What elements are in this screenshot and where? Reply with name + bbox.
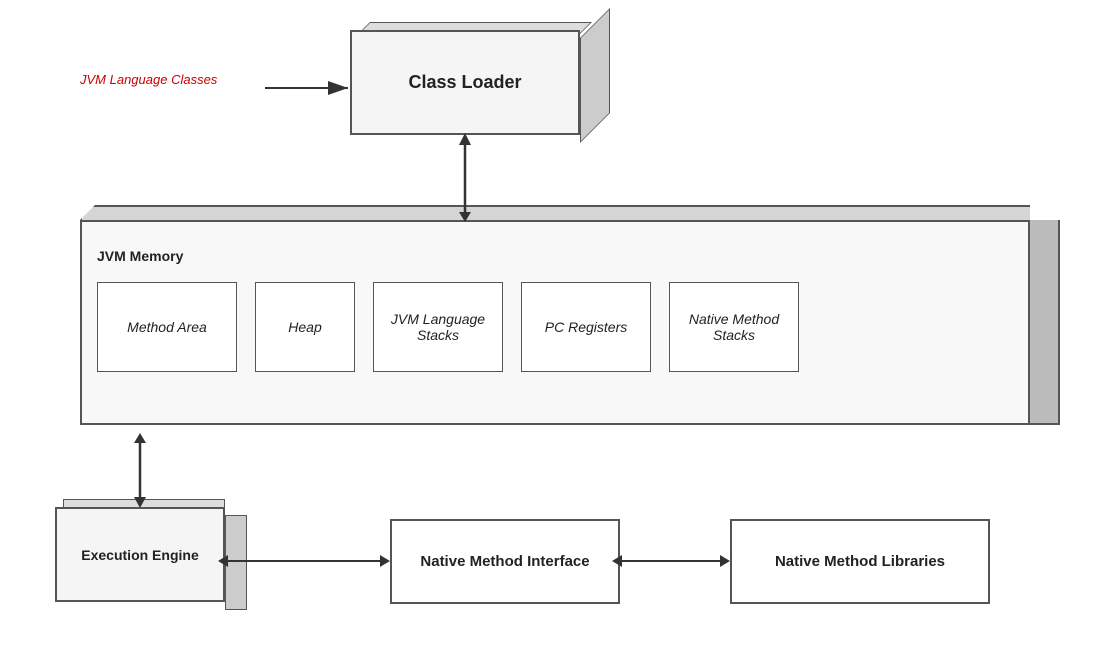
heap-box: Heap <box>255 282 355 372</box>
right-arrowhead1 <box>380 555 390 567</box>
jvm-stacks-box: JVM Language Stacks <box>373 282 503 372</box>
native-stacks-box: Native Method Stacks <box>669 282 799 372</box>
class-loader-front-face: Class Loader <box>350 30 580 135</box>
native-method-interface-label: Native Method Interface <box>420 553 589 570</box>
native-method-libraries-box: Native Method Libraries <box>730 519 990 604</box>
right-arrowhead2 <box>720 555 730 567</box>
jvm-language-classes-label: JVM Language Classes <box>80 72 217 87</box>
native-method-interface-box: Native Method Interface <box>390 519 620 604</box>
exec-engine-right-face <box>225 515 247 610</box>
jvm-architecture-diagram: Class Loader JVM Language Classes JVM Me… <box>0 0 1100 666</box>
jvm-memory-front-face: JVM Memory Method Area Heap JVM Language… <box>80 220 1030 425</box>
jvm-memory-box: JVM Memory Method Area Heap JVM Language… <box>80 205 1060 435</box>
pc-registers-box: PC Registers <box>521 282 651 372</box>
execution-engine-box: Execution Engine <box>55 507 255 617</box>
exec-engine-label: Execution Engine <box>81 547 198 563</box>
class-loader-label: Class Loader <box>408 72 521 93</box>
class-loader-box: Class Loader <box>350 30 610 150</box>
native-method-libraries-label: Native Method Libraries <box>775 553 945 570</box>
method-area-box: Method Area <box>97 282 237 372</box>
jvm-memory-right-face <box>1030 220 1060 425</box>
jvm-memory-label: JVM Memory <box>97 248 183 264</box>
exec-engine-front-face: Execution Engine <box>55 507 225 602</box>
jvm-memory-top-face <box>80 205 1030 220</box>
memory-boxes-container: Method Area Heap JVM Language Stacks PC … <box>97 282 799 372</box>
